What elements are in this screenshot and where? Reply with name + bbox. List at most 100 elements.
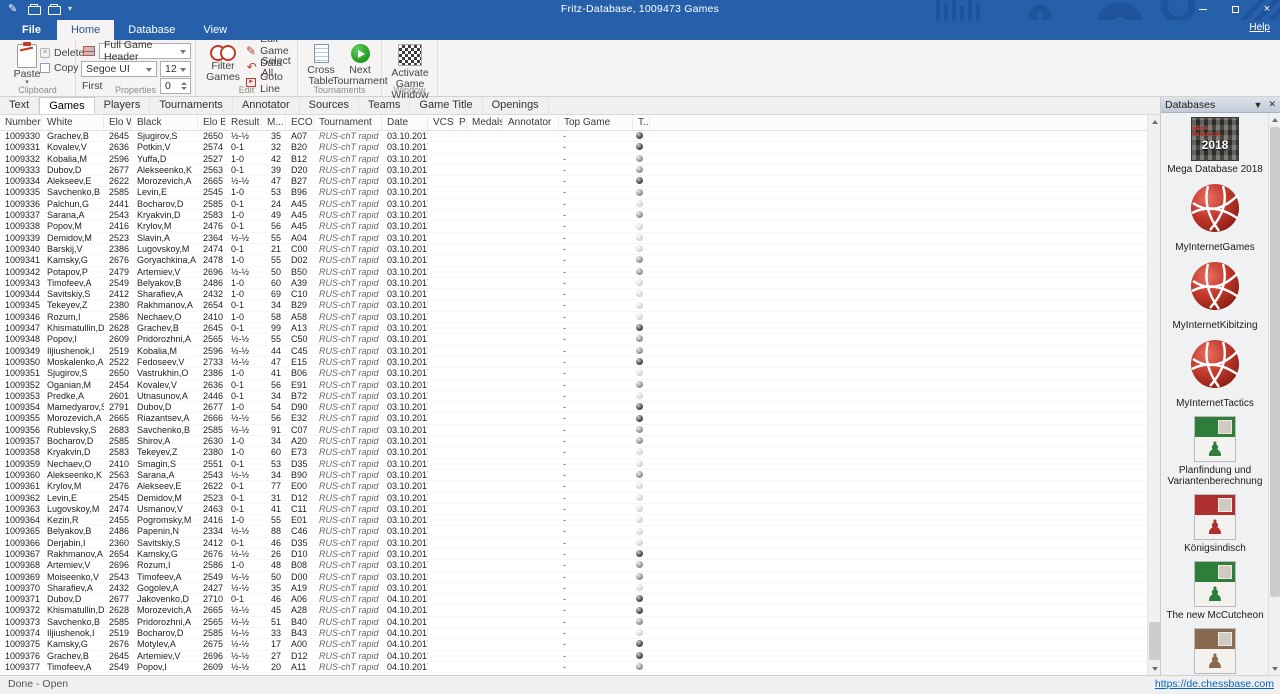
- table-row[interactable]: 1009342Potapov,P2479Artemiev,V2696½-½50B…: [0, 267, 1147, 278]
- list-tab-annotator[interactable]: Annotator: [233, 97, 300, 114]
- table-row[interactable]: 1009370Sharafiev,A2432Gogolev,A2427½-½35…: [0, 583, 1147, 594]
- sidebar-scrollbar[interactable]: [1268, 113, 1280, 675]
- new-database-icon[interactable]: [48, 6, 61, 15]
- game-header-select[interactable]: Full Game Header: [99, 43, 191, 59]
- sidebar-scroll-up-icon[interactable]: [1269, 113, 1280, 126]
- column-header-eco[interactable]: ECO: [286, 115, 314, 130]
- column-header-m[interactable]: M...: [262, 115, 286, 130]
- list-tab-players[interactable]: Players: [95, 97, 151, 114]
- list-tab-games[interactable]: Games: [39, 97, 94, 114]
- table-row[interactable]: 1009363Lugovskoy,M2474Usmanov,V24630-141…: [0, 504, 1147, 515]
- column-header-result[interactable]: Result: [226, 115, 262, 130]
- copy-button[interactable]: Copy: [40, 61, 79, 74]
- table-row[interactable]: 1009340Barskij,V2386Lugovskoy,M24740-121…: [0, 244, 1147, 255]
- table-row[interactable]: 1009367Rakhmanov,A2654Kamsky,G2676½-½26D…: [0, 549, 1147, 560]
- list-tab-tournaments[interactable]: Tournaments: [150, 97, 233, 114]
- table-row[interactable]: 1009372Khismatullin,D2628Morozevich,A266…: [0, 605, 1147, 616]
- table-row[interactable]: 1009362Levin,E2545Demidov,M25230-131D12R…: [0, 493, 1147, 504]
- table-row[interactable]: 1009357Bocharov,D2585Shirov,A26301-034A2…: [0, 436, 1147, 447]
- table-row[interactable]: 1009361Krylov,M2476Alekseev,E26220-177E0…: [0, 481, 1147, 492]
- table-row[interactable]: 1009371Dubov,D2677Jakovenko,D27100-146A0…: [0, 594, 1147, 605]
- column-header-t[interactable]: T...: [633, 115, 650, 130]
- list-tab-text[interactable]: Text: [0, 97, 39, 114]
- tab-home[interactable]: Home: [57, 20, 114, 40]
- table-row[interactable]: 1009348Popov,I2609Pridorozhni,A2565½-½55…: [0, 334, 1147, 345]
- font-name-select[interactable]: Segoe UI: [81, 61, 157, 77]
- database-item-planfindung-und-variantenberechnung[interactable]: ♟Planfindung und Variantenberechnung: [1163, 416, 1267, 487]
- filter-games-button[interactable]: Filter Games: [202, 45, 244, 83]
- database-item-myinternetgames[interactable]: MyInternetGames: [1175, 182, 1254, 253]
- close-button[interactable]: ×: [1258, 2, 1276, 16]
- table-row[interactable]: 1009356Rublevsky,S2683Savchenko,B2585½-½…: [0, 425, 1147, 436]
- table-row[interactable]: 1009349Iljiushenok,I2519Kobalia,M2596½-½…: [0, 346, 1147, 357]
- table-row[interactable]: 1009355Morozevich,A2665Riazantsev,A2666½…: [0, 413, 1147, 424]
- qat-dropdown-icon[interactable]: ▾: [68, 3, 72, 15]
- font-size-select[interactable]: 12: [160, 61, 191, 77]
- table-row[interactable]: 1009366Derjabin,I2360Savitskiy,S24120-14…: [0, 538, 1147, 549]
- table-row[interactable]: 1009343Timofeev,A2549Belyakov,B24861-060…: [0, 278, 1147, 289]
- table-row[interactable]: 1009334Alekseev,E2622Morozevich,A2665½-½…: [0, 176, 1147, 187]
- table-row[interactable]: 1009344Savitskiy,S2412Sharafiev,A24321-0…: [0, 289, 1147, 300]
- table-row[interactable]: 1009364Kezin,R2455Pogromsky,M24161-055E0…: [0, 515, 1147, 526]
- table-row[interactable]: 1009352Oganian,M2454Kovalev,V26360-156E9…: [0, 380, 1147, 391]
- table-row[interactable]: 1009336Palchun,G2441Bocharov,D25850-124A…: [0, 199, 1147, 210]
- help-link[interactable]: Help: [1249, 22, 1270, 33]
- table-row[interactable]: 1009335Savchenko,B2585Levin,E25451-053B9…: [0, 187, 1147, 198]
- open-folder-icon[interactable]: [28, 6, 41, 15]
- list-tab-sources[interactable]: Sources: [300, 97, 359, 114]
- table-row[interactable]: 1009345Tekeyev,Z2380Rakhmanov,A26540-134…: [0, 300, 1147, 311]
- table-row[interactable]: 1009333Dubov,D2677Alekseenko,K25630-139D…: [0, 165, 1147, 176]
- scrollbar-thumb[interactable]: [1149, 622, 1160, 660]
- table-row[interactable]: 1009354Mamedyarov,S2791Dubov,D26771-054D…: [0, 402, 1147, 413]
- database-item-myinternettactics[interactable]: MyInternetTactics: [1176, 338, 1254, 409]
- table-row[interactable]: 1009373Savchenko,B2585Pridorozhni,A2565½…: [0, 617, 1147, 628]
- table-row[interactable]: 1009369Moiseenko,V2543Timofeev,A2549½-½5…: [0, 572, 1147, 583]
- column-header-p[interactable]: P: [454, 115, 467, 130]
- column-header-black[interactable]: Black: [132, 115, 198, 130]
- table-row[interactable]: 1009350Moskalenko,A2522Fedoseev,V2733½-½…: [0, 357, 1147, 368]
- database-item-mega-database-2018[interactable]: MEGA DATABASE2018Mega Database 2018: [1167, 117, 1263, 175]
- database-item-triumphieren-mit-trompowsky[interactable]: ♟Triumphieren mit Trompowsky: [1163, 628, 1267, 675]
- column-header-annotator[interactable]: Annotator: [503, 115, 559, 130]
- database-item-the-new-mccutcheon[interactable]: ♟The new McCutcheon: [1166, 561, 1263, 621]
- column-header-vcs[interactable]: VCS: [428, 115, 454, 130]
- table-row[interactable]: 1009353Predke,A2601Utnasunov,A24460-134B…: [0, 391, 1147, 402]
- table-row[interactable]: 1009365Belyakov,B2486Papenin,N2334½-½88C…: [0, 526, 1147, 537]
- table-row[interactable]: 1009376Grachev,B2645Artemiev,V2696½-½27D…: [0, 651, 1147, 662]
- table-row[interactable]: 1009346Rozum,I2586Nechaev,O24101-058A58R…: [0, 312, 1147, 323]
- table-scrollbar[interactable]: [1147, 115, 1160, 675]
- table-row[interactable]: 1009359Nechaev,O2410Smagin,S25510-153D35…: [0, 459, 1147, 470]
- column-header-top-game[interactable]: Top Game: [559, 115, 633, 130]
- table-row[interactable]: 1009338Popov,M2416Krylov,M24760-156A45RU…: [0, 221, 1147, 232]
- table-row[interactable]: 1009331Kovalev,V2636Potkin,V25740-132B20…: [0, 142, 1147, 153]
- table-row[interactable]: 1009337Sarana,A2543Kryakvin,D25831-049A4…: [0, 210, 1147, 221]
- list-tab-openings[interactable]: Openings: [483, 97, 549, 114]
- column-header-elo-b[interactable]: Elo B: [198, 115, 226, 130]
- chessbase-link[interactable]: https://de.chessbase.com: [1155, 678, 1274, 690]
- sidebar-scroll-down-icon[interactable]: [1269, 662, 1280, 675]
- restore-button[interactable]: [1226, 2, 1244, 16]
- column-header-date[interactable]: Date: [382, 115, 428, 130]
- column-header-number[interactable]: Number: [0, 115, 42, 130]
- table-row[interactable]: 1009341Kamsky,G2676Goryachkina,A24781-05…: [0, 255, 1147, 266]
- panel-dropdown-icon[interactable]: ▼: [1254, 100, 1263, 110]
- table-row[interactable]: 1009330Grachev,B2645Sjugirov,S2650½-½35A…: [0, 131, 1147, 142]
- table-row[interactable]: 1009351Sjugirov,S2650Vastrukhin,O23861-0…: [0, 368, 1147, 379]
- table-row[interactable]: 1009360Alekseenko,K2563Sarana,A2543½-½34…: [0, 470, 1147, 481]
- sidebar-scrollbar-thumb[interactable]: [1270, 127, 1280, 597]
- column-header-elo-w[interactable]: Elo W: [104, 115, 132, 130]
- edit-icon[interactable]: ✎: [8, 4, 21, 15]
- database-item-k-nigsindisch[interactable]: ♟Königsindisch: [1184, 494, 1246, 554]
- next-tournament-button[interactable]: Next Tournament: [340, 44, 380, 87]
- database-item-myinternetkibitzing[interactable]: MyInternetKibitzing: [1172, 260, 1257, 331]
- tab-view[interactable]: View: [189, 20, 241, 40]
- table-row[interactable]: 1009375Kamsky,G2676Motylev,A2675½-½17A00…: [0, 639, 1147, 650]
- minimize-button[interactable]: [1194, 2, 1212, 16]
- column-header-white[interactable]: White: [42, 115, 104, 130]
- column-header-medals[interactable]: Medals: [467, 115, 503, 130]
- table-row[interactable]: 1009374Iljiushenok,I2519Bocharov,D2585½-…: [0, 628, 1147, 639]
- tab-database[interactable]: Database: [114, 20, 189, 40]
- table-row[interactable]: 1009358Kryakvin,D2583Tekeyev,Z23801-060E…: [0, 447, 1147, 458]
- table-row[interactable]: 1009377Timofeev,A2549Popov,I2609½-½20A11…: [0, 662, 1147, 673]
- tab-file[interactable]: File: [6, 20, 57, 40]
